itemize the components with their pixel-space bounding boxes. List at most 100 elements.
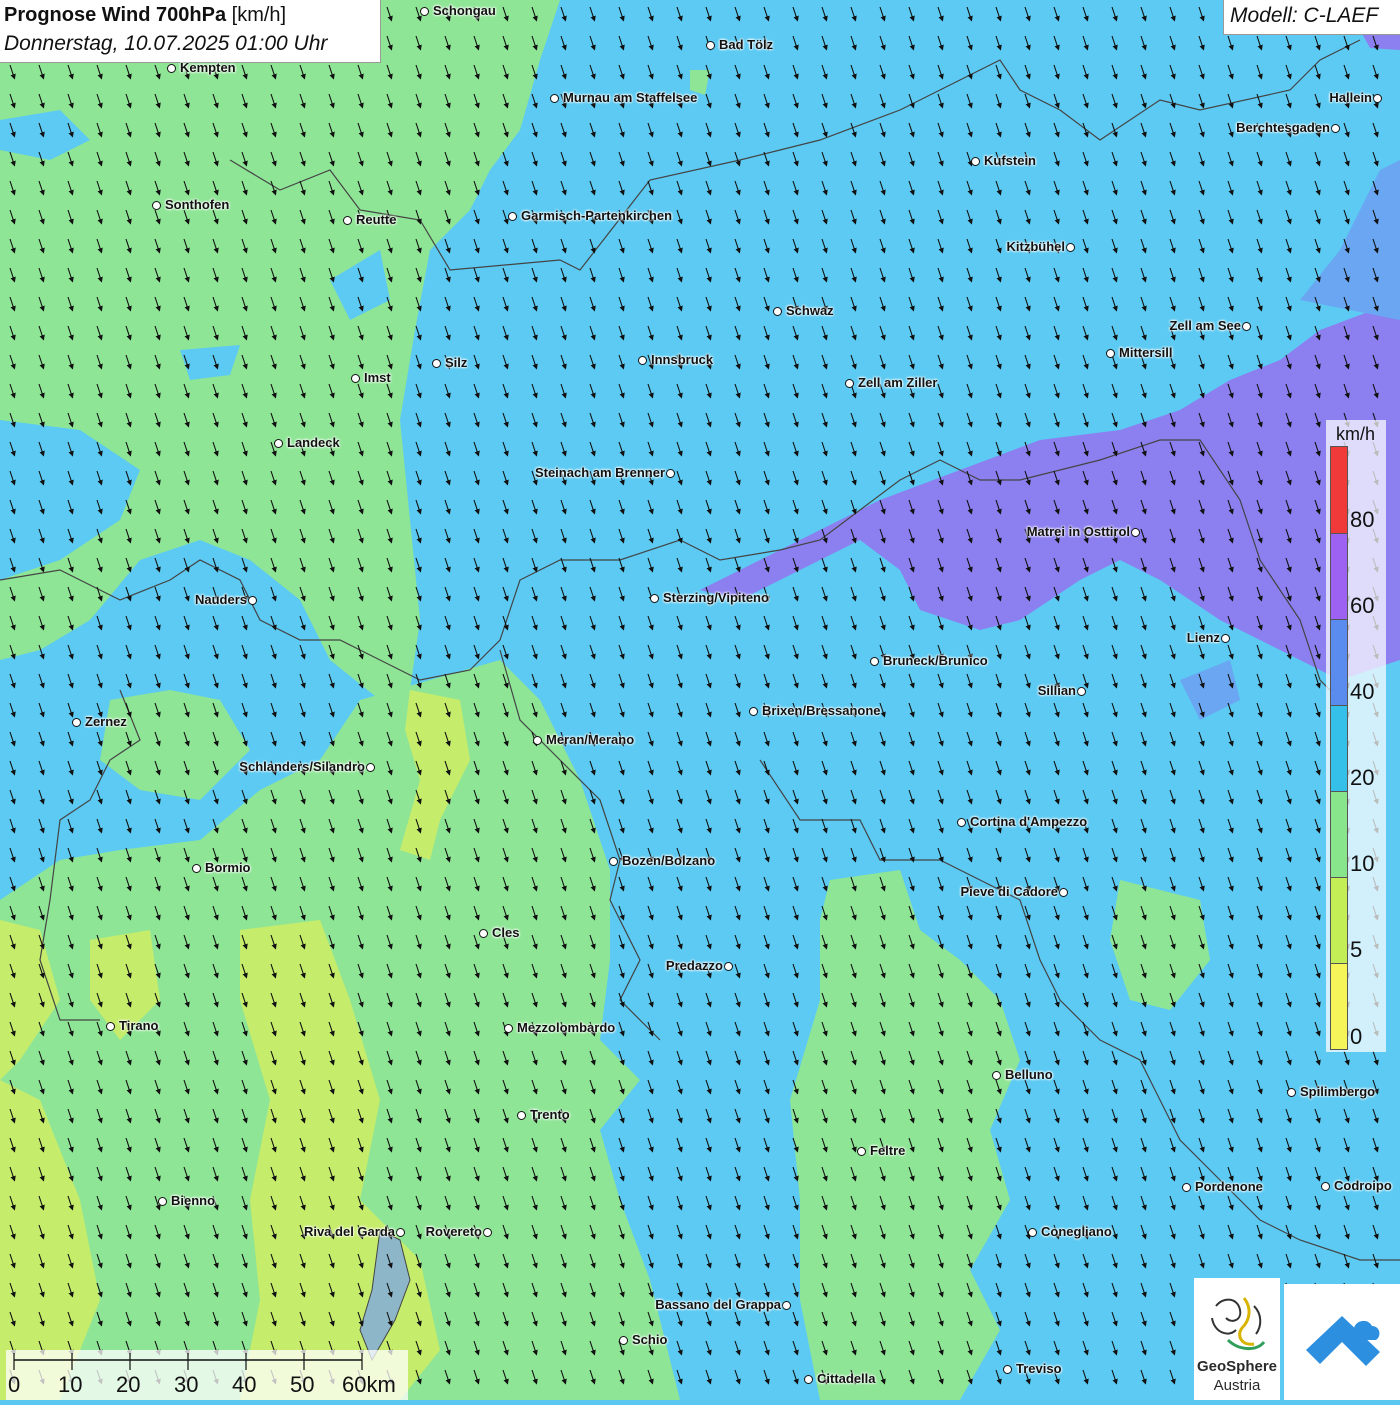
city-label: Zell am See: [1169, 318, 1241, 333]
city-marker[interactable]: [1059, 888, 1068, 897]
city-label: Sterzing/Vipiteno: [663, 590, 769, 605]
legend-tick-10: 10: [1350, 851, 1375, 876]
geosphere-emblem-icon: [1211, 1297, 1266, 1350]
city-marker[interactable]: [1182, 1183, 1191, 1192]
city-marker[interactable]: [274, 439, 283, 448]
city-marker[interactable]: [152, 201, 161, 210]
city-marker[interactable]: [1131, 528, 1140, 537]
city-marker[interactable]: [857, 1147, 866, 1156]
legend-band-20-40: [1330, 705, 1348, 792]
city-marker[interactable]: [724, 962, 733, 971]
city-marker[interactable]: [1028, 1228, 1037, 1237]
city-marker[interactable]: [192, 864, 201, 873]
city-marker[interactable]: [1242, 322, 1251, 331]
city-marker[interactable]: [666, 469, 675, 478]
legend-tick-5: 5: [1350, 937, 1363, 962]
city-marker[interactable]: [432, 359, 441, 368]
city-label: Belluno: [1005, 1067, 1053, 1082]
city-marker[interactable]: [1373, 94, 1382, 103]
city-marker[interactable]: [550, 94, 559, 103]
city-label: Riva del Garda: [303, 1224, 395, 1239]
city-label: Schlanders/Silandro: [239, 759, 365, 774]
city-marker[interactable]: [1106, 349, 1115, 358]
city-marker[interactable]: [782, 1301, 791, 1310]
city-label: Cles: [492, 925, 520, 940]
city-marker[interactable]: [638, 356, 647, 365]
city-label: Feltre: [870, 1143, 906, 1158]
city-marker[interactable]: [1287, 1088, 1296, 1097]
city-label: Codroipo: [1334, 1178, 1392, 1193]
city-marker[interactable]: [504, 1024, 513, 1033]
city-marker[interactable]: [420, 7, 429, 16]
city-marker[interactable]: [749, 707, 758, 716]
city-label: Schio: [632, 1332, 668, 1347]
city-label: Sonthofen: [165, 197, 230, 212]
city-label: Schongau: [433, 3, 496, 18]
city-marker[interactable]: [158, 1197, 167, 1206]
city-marker[interactable]: [366, 763, 375, 772]
city-label: Brixen/Bressanone: [762, 703, 881, 718]
city-label: Bozen/Bolzano: [622, 853, 716, 868]
city-label: Zell am Ziller: [858, 375, 938, 390]
city-label: Rovereto: [425, 1224, 482, 1239]
city-marker[interactable]: [1331, 124, 1340, 133]
city-marker[interactable]: [650, 594, 659, 603]
legend-tick-40: 40: [1350, 679, 1375, 704]
legend-tick-20: 20: [1350, 765, 1375, 790]
city-label: Cortina d'Ampezzo: [970, 814, 1088, 829]
city-label: Meran/Merano: [546, 732, 635, 747]
legend-band-10-20: [1330, 791, 1348, 878]
city-marker[interactable]: [609, 857, 618, 866]
legend-tick-80: 80: [1350, 507, 1375, 532]
city-marker[interactable]: [1003, 1365, 1012, 1374]
city-label: Bruneck/Brunico: [883, 653, 988, 668]
scale-label-0: 0: [8, 1372, 21, 1397]
city-marker[interactable]: [957, 818, 966, 827]
city-marker[interactable]: [706, 41, 715, 50]
city-marker[interactable]: [351, 374, 360, 383]
legend-band-60-80: [1330, 533, 1348, 620]
city-marker[interactable]: [971, 157, 980, 166]
city-marker[interactable]: [248, 596, 257, 605]
city-marker[interactable]: [396, 1228, 405, 1237]
city-label: Kufstein: [984, 153, 1036, 168]
city-marker[interactable]: [1321, 1182, 1330, 1191]
city-marker[interactable]: [804, 1375, 813, 1384]
city-marker[interactable]: [870, 657, 879, 666]
scale-label-40: 40: [232, 1372, 257, 1397]
city-label: Pordenone: [1195, 1179, 1263, 1194]
city-marker[interactable]: [483, 1228, 492, 1237]
geosphere-logo[interactable]: GeoSphere Austria: [1194, 1278, 1280, 1400]
city-marker[interactable]: [533, 736, 542, 745]
city-label: Schwaz: [786, 303, 834, 318]
city-label: Hallein: [1329, 90, 1372, 105]
city-marker[interactable]: [619, 1336, 628, 1345]
city-label: Bormio: [205, 860, 251, 875]
city-marker[interactable]: [72, 718, 81, 727]
scale-label-60km: 60km: [342, 1372, 396, 1397]
city-marker[interactable]: [1077, 687, 1086, 696]
legend-band-0-5: [1330, 963, 1348, 1050]
city-marker[interactable]: [845, 379, 854, 388]
city-label: Spilimbergo: [1300, 1084, 1376, 1099]
city-marker[interactable]: [1066, 243, 1075, 252]
city-marker[interactable]: [1221, 634, 1230, 643]
city-label: Bad Tölz: [719, 37, 774, 52]
city-marker[interactable]: [479, 929, 488, 938]
geosphere-name: GeoSphere: [1196, 1358, 1278, 1375]
city-marker[interactable]: [992, 1071, 1001, 1080]
weather-app-logo[interactable]: [1284, 1284, 1400, 1400]
city-label: Bienno: [171, 1193, 216, 1208]
city-marker[interactable]: [773, 307, 782, 316]
legend-band-80-100: [1330, 446, 1348, 534]
city-marker[interactable]: [517, 1111, 526, 1120]
legend-band-40-60: [1330, 619, 1348, 706]
city-marker[interactable]: [106, 1022, 115, 1031]
city-marker[interactable]: [343, 216, 352, 225]
title-unit: [km/h]: [231, 4, 287, 26]
city-label: Sillian: [1037, 683, 1076, 698]
city-marker[interactable]: [508, 212, 517, 221]
city-marker[interactable]: [167, 64, 176, 73]
forecast-datetime: Donnerstag, 10.07.2025 01:00 Uhr: [4, 32, 328, 55]
legend-tick-0: 0: [1350, 1024, 1363, 1049]
